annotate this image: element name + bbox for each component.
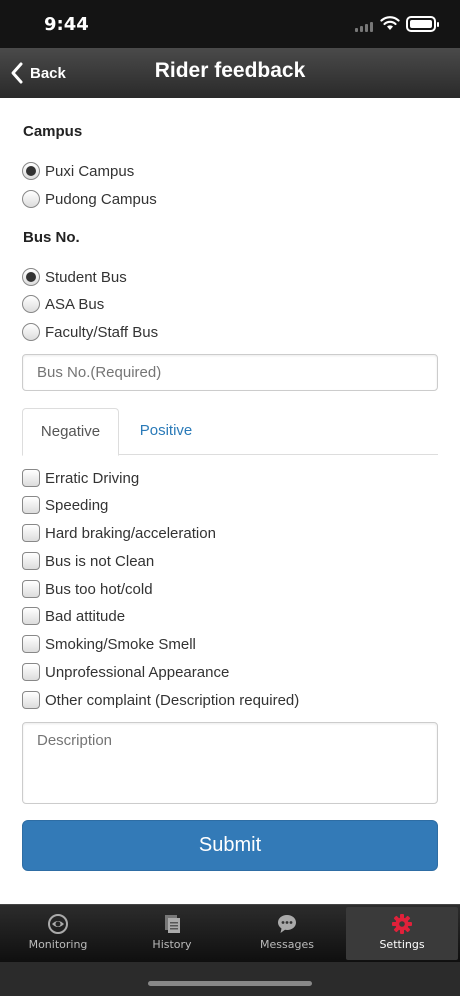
checkbox-hard-braking[interactable]: Hard braking/acceleration <box>22 522 216 544</box>
radio-label: Faculty/Staff Bus <box>45 323 159 341</box>
cellular-signal-icon <box>355 20 375 32</box>
tab-positive[interactable]: Positive <box>124 408 208 455</box>
radio-button[interactable] <box>22 295 40 313</box>
checkbox-label: Bus is not Clean <box>45 552 155 570</box>
tab-label: Monitoring <box>28 938 88 951</box>
eye-circle-icon <box>48 914 68 934</box>
documents-icon <box>165 915 180 933</box>
status-bar: 9:44 <box>0 0 460 48</box>
campus-section-title: Campus <box>23 123 83 140</box>
checkbox-label: Bus too hot/cold <box>45 580 153 598</box>
tab-settings[interactable]: Settings <box>346 907 458 960</box>
radio-pudong-campus[interactable]: Pudong Campus <box>22 188 157 210</box>
checkbox-speeding[interactable]: Speeding <box>22 494 108 516</box>
checkbox[interactable] <box>22 580 40 598</box>
checkbox[interactable] <box>22 469 40 487</box>
checkbox-erratic-driving[interactable]: Erratic Driving <box>22 467 139 489</box>
tab-negative[interactable]: Negative <box>22 408 119 456</box>
checkbox-label: Erratic Driving <box>45 469 140 487</box>
navigation-bar: Back Rider feedback <box>0 48 460 98</box>
radio-label: Puxi Campus <box>45 162 135 180</box>
radio-button[interactable] <box>22 190 40 208</box>
page-title: Rider feedback <box>154 59 306 82</box>
tab-history[interactable]: History <box>116 907 228 960</box>
radio-button[interactable] <box>22 323 40 341</box>
gear-icon <box>392 914 412 934</box>
checkbox-other-complaint[interactable]: Other complaint (Description required) <box>22 689 299 711</box>
checkbox[interactable] <box>22 635 40 653</box>
checkbox-label: Speeding <box>45 496 109 514</box>
speech-bubble-icon <box>278 915 296 933</box>
checkbox[interactable] <box>22 496 40 514</box>
feedback-type-tabs: Negative Positive <box>22 408 438 456</box>
checkbox[interactable] <box>22 607 40 625</box>
checkbox-unprofessional-appearance[interactable]: Unprofessional Appearance <box>22 661 229 683</box>
checkbox-label: Smoking/Smoke Smell <box>45 635 196 653</box>
tab-label: Settings <box>379 938 425 951</box>
radio-label: Student Bus <box>45 268 127 286</box>
bus-number-input[interactable] <box>22 354 438 391</box>
bus-section-title: Bus No. <box>23 229 80 246</box>
checkbox-bus-temperature[interactable]: Bus too hot/cold <box>22 578 153 600</box>
status-time: 9:44 <box>44 14 89 35</box>
checkbox[interactable] <box>22 691 40 709</box>
bottom-strip <box>0 962 460 996</box>
home-indicator[interactable] <box>148 981 312 986</box>
tab-messages[interactable]: Messages <box>231 907 343 960</box>
checkbox-label: Hard braking/acceleration <box>45 524 216 542</box>
checkbox[interactable] <box>22 524 40 542</box>
checkbox-label: Other complaint (Description required) <box>45 691 300 709</box>
radio-faculty-staff-bus[interactable]: Faculty/Staff Bus <box>22 321 158 343</box>
radio-button-checked[interactable] <box>22 162 40 180</box>
radio-button-checked[interactable] <box>22 268 40 286</box>
checkbox-bus-not-clean[interactable]: Bus is not Clean <box>22 550 154 572</box>
radio-label: ASA Bus <box>45 295 105 313</box>
checkbox-label: Unprofessional Appearance <box>45 663 230 681</box>
battery-icon <box>406 16 439 32</box>
radio-label: Pudong Campus <box>45 190 157 208</box>
checkbox-bad-attitude[interactable]: Bad attitude <box>22 605 125 627</box>
wifi-icon <box>380 16 400 30</box>
bottom-tab-bar: Monitoring History Messages Settings <box>0 904 460 996</box>
tab-label: Messages <box>260 938 314 951</box>
checkbox[interactable] <box>22 552 40 570</box>
radio-student-bus[interactable]: Student Bus <box>22 266 127 288</box>
radio-asa-bus[interactable]: ASA Bus <box>22 293 104 315</box>
description-textarea[interactable] <box>22 722 438 804</box>
checkbox-label: Bad attitude <box>45 607 126 625</box>
checkbox-smoking[interactable]: Smoking/Smoke Smell <box>22 633 196 655</box>
submit-button[interactable]: Submit <box>22 820 438 871</box>
radio-puxi-campus[interactable]: Puxi Campus <box>22 160 134 182</box>
tab-label: History <box>152 938 192 951</box>
checkbox[interactable] <box>22 663 40 681</box>
tab-monitoring[interactable]: Monitoring <box>2 907 114 960</box>
